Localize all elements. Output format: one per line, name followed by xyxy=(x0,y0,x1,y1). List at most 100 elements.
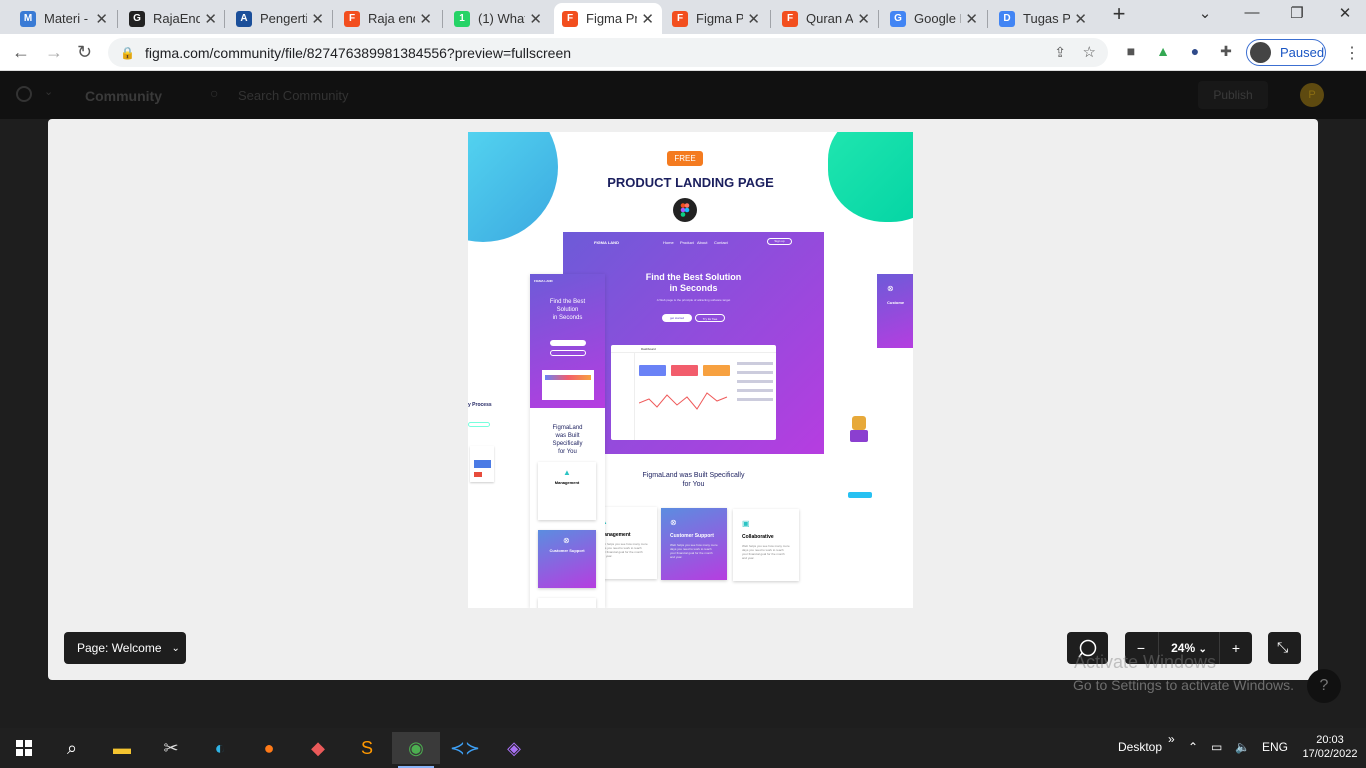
left-frame-fragment: y Process xyxy=(468,400,498,500)
tab-favicon-icon: D xyxy=(999,10,1015,27)
tab-close-icon[interactable]: ✕ xyxy=(419,10,432,28)
address-bar[interactable]: 🔒 figma.com/community/file/8274763899813… xyxy=(108,38,1108,67)
management-icon: ▲ xyxy=(563,468,571,477)
illustration-legs xyxy=(850,430,868,442)
community-label[interactable]: Community xyxy=(85,88,162,104)
vscode-icon[interactable]: ≺≻ xyxy=(441,732,489,764)
browser-tab[interactable]: F Figma Pr✕ xyxy=(664,3,768,34)
collapse-icon: ⤡ xyxy=(1277,639,1289,655)
tab-title: Tugas Pr xyxy=(1023,11,1071,26)
publish-button[interactable]: Publish xyxy=(1198,81,1268,109)
help-button[interactable]: ? xyxy=(1307,669,1341,703)
bookmark-star-icon[interactable]: ☆ xyxy=(1083,43,1096,61)
language-indicator[interactable]: ENG xyxy=(1262,740,1288,754)
tab-favicon-icon: M xyxy=(20,10,36,27)
browser-tab[interactable]: G Google I ✕ xyxy=(882,3,986,34)
tab-close-icon[interactable]: ✕ xyxy=(204,10,217,28)
tab-close-icon[interactable]: ✕ xyxy=(965,10,978,28)
profile-button[interactable]: Paused xyxy=(1246,39,1326,66)
tab-close-icon[interactable]: ✕ xyxy=(1074,10,1087,28)
user-avatar[interactable]: P xyxy=(1300,83,1324,107)
tab-close-icon[interactable]: ✕ xyxy=(857,10,870,28)
file-explorer-icon[interactable]: ▬ xyxy=(98,732,146,764)
battery-icon[interactable]: ▭ xyxy=(1211,740,1222,754)
git-icon[interactable]: ◈ xyxy=(490,732,538,764)
minimize-icon[interactable]: — xyxy=(1237,4,1267,21)
windows-taskbar: ⌕ ▬ ✂ ◐ ● ◆ S ◉ ≺≻ ◈ Desktop » ⌃ ▭ 🔈 ENG… xyxy=(0,728,1366,768)
browser-tab[interactable]: F Raja end ✕ xyxy=(336,3,440,34)
clock[interactable]: 20:03 17/02/2022 xyxy=(1300,733,1360,761)
browser-tab[interactable]: F Quran A ✕ xyxy=(774,3,878,34)
tab-close-icon[interactable]: ✕ xyxy=(529,10,542,28)
drive-icon[interactable]: ▲ xyxy=(1153,43,1173,63)
close-window-icon[interactable]: ✕ xyxy=(1330,4,1360,22)
feature-desc: Web helps you see how many more days you… xyxy=(600,542,648,558)
mobile-card-support: ⊗ Customer Support xyxy=(538,530,596,588)
volume-icon[interactable]: 🔈 xyxy=(1235,740,1250,754)
menu-kebab-icon[interactable]: ⋮ xyxy=(1342,43,1362,63)
start-windows-icon[interactable] xyxy=(0,732,48,764)
chevron-more-icon[interactable]: » xyxy=(1168,732,1175,746)
browser-tab[interactable]: F Figma Pr✕ xyxy=(554,3,662,34)
browser-tab-strip: MMateri - Pr✕GRajaEnd✕APengerti✕FRaja en… xyxy=(0,0,1366,34)
search-input[interactable]: Search Community xyxy=(238,88,349,103)
tab-close-icon[interactable]: ✕ xyxy=(747,10,760,28)
paint-icon[interactable]: ◆ xyxy=(294,732,342,764)
search-icon: ○ xyxy=(210,85,219,101)
search-icon[interactable]: ⌕ xyxy=(48,732,96,764)
edge-icon[interactable]: ◐ xyxy=(196,732,244,764)
page-selector-button[interactable]: Page: Welcome ⌄ xyxy=(64,632,186,664)
mobile-section-line: Specifically xyxy=(552,441,583,447)
browser-tab[interactable]: 1 (1) What ✕ xyxy=(446,3,550,34)
restore-icon[interactable]: ❐ xyxy=(1282,4,1312,22)
browser-tab[interactable]: G RajaEnd ✕ xyxy=(121,3,225,34)
extension-icon-1[interactable]: ■ xyxy=(1121,43,1141,63)
back-icon[interactable]: ← xyxy=(12,42,30,63)
share-icon[interactable]: ⇪ xyxy=(1054,44,1066,61)
globe-icon[interactable] xyxy=(16,86,32,102)
mobile-dashboard-mockup xyxy=(542,370,594,400)
exit-fullscreen-button[interactable]: ⤡ xyxy=(1268,632,1301,664)
desktop-toolbar[interactable]: Desktop xyxy=(1118,740,1162,754)
tab-separator xyxy=(878,10,879,28)
reload-icon[interactable]: ↻ xyxy=(77,42,92,63)
chrome-icon[interactable]: ◉ xyxy=(392,732,440,764)
extension-icon-2[interactable]: ● xyxy=(1185,43,1205,63)
dashboard-topbar: Dashboard xyxy=(611,345,776,353)
tab-search-icon[interactable]: ⌄ xyxy=(1190,4,1220,22)
browser-tab[interactable]: M Materi - Pr ✕ xyxy=(12,3,116,34)
snip-tool-icon[interactable]: ✂ xyxy=(147,732,195,764)
puzzle-extensions-icon[interactable]: ✚ xyxy=(1216,43,1236,63)
zoom-in-button[interactable]: + xyxy=(1220,632,1252,664)
collaborative-icon: ▣ xyxy=(742,519,750,528)
dashboard-stat-card xyxy=(671,365,698,376)
tab-close-icon[interactable]: ✕ xyxy=(311,10,324,28)
tab-title: Figma Pr xyxy=(696,11,744,26)
mobile-card-management: ▲ Management xyxy=(538,462,596,520)
support-icon: ⊗ xyxy=(670,518,677,527)
firefox-icon[interactable]: ● xyxy=(245,732,293,764)
mobile-title-line: Solution xyxy=(556,307,579,313)
left-fragment-card xyxy=(470,446,494,482)
forward-icon[interactable]: → xyxy=(45,42,63,63)
features-title-line1: FigmaLand was Built Specifically xyxy=(642,472,745,479)
tab-title: Google I xyxy=(914,11,962,26)
right-fragment-title: Custome xyxy=(887,300,905,305)
hero-nav-link: Product xyxy=(680,240,694,245)
dashboard-mockup: Dashboard xyxy=(611,345,776,440)
dashboard-activity-list xyxy=(737,359,773,431)
new-tab-button[interactable]: + xyxy=(1104,1,1134,27)
tab-separator xyxy=(987,10,988,28)
browser-tab[interactable]: D Tugas Pr ✕ xyxy=(991,3,1095,34)
hero-logo: FIGMA LAND xyxy=(594,240,619,245)
browser-tab[interactable]: A Pengerti ✕ xyxy=(228,3,332,34)
tab-close-icon[interactable]: ✕ xyxy=(95,10,108,28)
file-preview-canvas[interactable]: FREE PRODUCT LANDING PAGE y Process ⊗ Cu… xyxy=(468,132,913,608)
sublime-text-icon[interactable]: S xyxy=(343,732,391,764)
tab-close-icon[interactable]: ✕ xyxy=(641,10,654,28)
preview-title: PRODUCT LANDING PAGE xyxy=(607,175,774,190)
chevron-down-icon[interactable]: ⌄ xyxy=(44,85,53,98)
feature-desc: Web helps you see how many more days you… xyxy=(742,544,790,560)
tray-overflow-icon[interactable]: ⌃ xyxy=(1188,740,1198,754)
dashboard-stat-card xyxy=(703,365,730,376)
